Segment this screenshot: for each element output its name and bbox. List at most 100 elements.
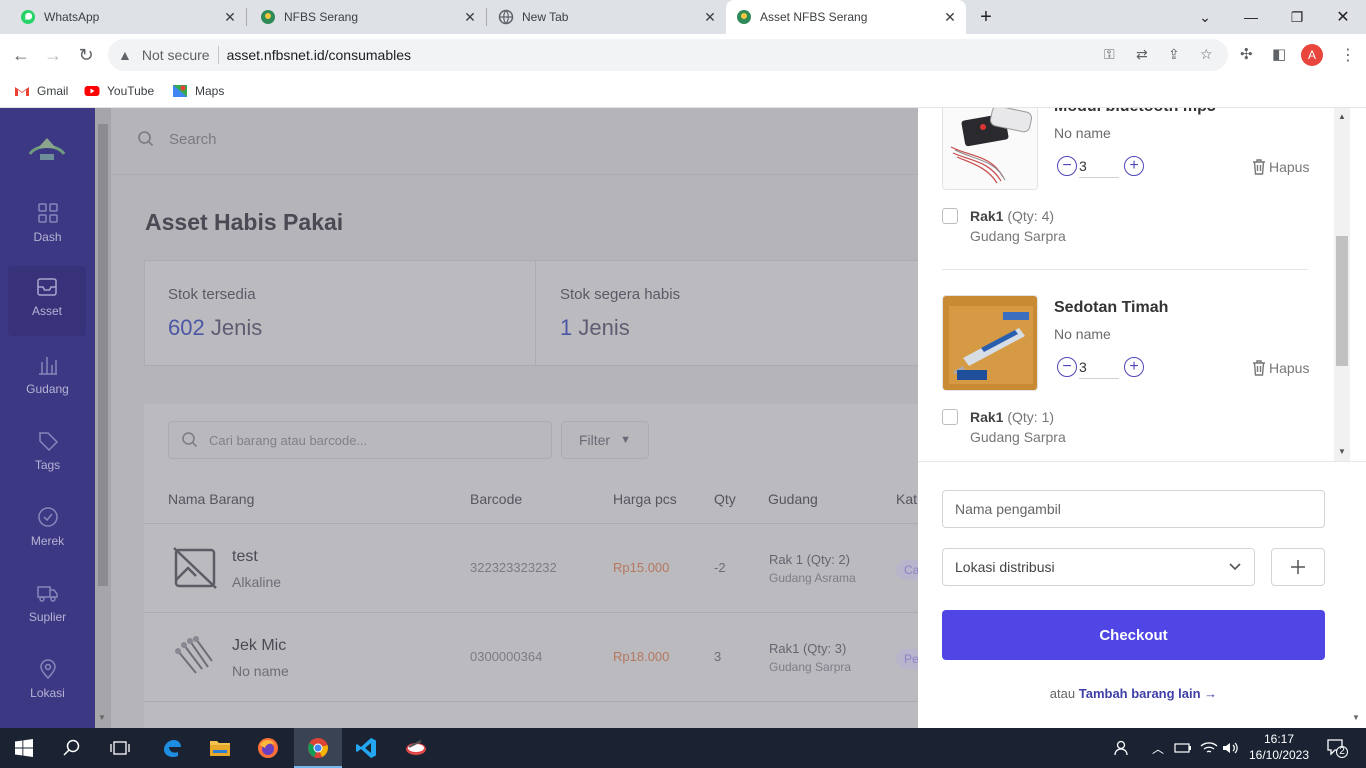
add-more-link[interactable]: Tambah barang lain → xyxy=(1079,686,1217,701)
omnibox[interactable]: ▲ Not secure asset.nfbsnet.id/consumable… xyxy=(108,39,1228,71)
bookmark-maps[interactable]: Maps xyxy=(172,83,224,99)
notification-center-icon[interactable]: 2 xyxy=(1326,738,1348,758)
close-icon[interactable]: ✕ xyxy=(462,9,478,25)
bookmarks-bar: Gmail YouTube Maps xyxy=(0,76,1366,108)
main-scrollbar[interactable] xyxy=(95,108,111,728)
back-arrow-icon[interactable]: ← xyxy=(10,44,32,66)
column-header[interactable]: Nama Barang xyxy=(168,491,254,507)
sidebar-item-suplier[interactable]: Suplier xyxy=(0,572,95,642)
cart-qty-input[interactable]: 3 xyxy=(1079,359,1119,379)
close-icon[interactable]: ✕ xyxy=(702,9,718,25)
volume-icon[interactable] xyxy=(1222,728,1240,768)
rack-checkbox[interactable] xyxy=(942,409,958,425)
global-search[interactable]: Search xyxy=(137,130,217,148)
star-icon[interactable]: ☆ xyxy=(1200,46,1213,63)
reload-icon[interactable]: ↻ xyxy=(75,44,97,66)
remove-item-button[interactable]: Hapus xyxy=(1251,359,1309,376)
checkout-button[interactable]: Checkout xyxy=(942,610,1325,660)
search-icon[interactable] xyxy=(48,728,96,768)
table-row[interactable]: test Alkaline 322323323232 Rp15.000 -2 R… xyxy=(144,524,928,613)
scroll-up-arrow-icon[interactable]: ▲ xyxy=(1338,112,1346,121)
grid-icon xyxy=(37,203,58,223)
window-close-icon[interactable]: ✕ xyxy=(1320,0,1366,34)
cart-qty-input[interactable]: 3 xyxy=(1079,158,1119,178)
table-row[interactable]: Jek Mic No name 0300000364 Rp18.000 3 Ra… xyxy=(144,613,927,702)
people-icon[interactable] xyxy=(1114,728,1132,768)
item-warehouse: Gudang Sarpra xyxy=(769,660,852,674)
scroll-down-arrow-icon[interactable]: ▼ xyxy=(1338,447,1346,456)
translate-icon[interactable]: ⇄ xyxy=(1136,46,1148,63)
maps-icon xyxy=(173,85,187,97)
firefox-icon[interactable] xyxy=(244,728,292,768)
system-clock[interactable]: 16:17 16/10/2023 xyxy=(1246,731,1312,763)
windows-start-icon[interactable] xyxy=(0,728,48,768)
app-icon[interactable] xyxy=(392,728,440,768)
bookmark-gmail[interactable]: Gmail xyxy=(14,83,68,99)
check-circle-icon xyxy=(37,507,58,527)
tab-search-chevron-icon[interactable]: ⌄ xyxy=(1182,0,1228,34)
sidebar-item-merek[interactable]: Merek xyxy=(0,496,95,566)
forward-arrow-icon[interactable]: → xyxy=(42,44,64,66)
scroll-down-arrow-icon[interactable]: ▼ xyxy=(1352,713,1360,722)
trash-icon xyxy=(1253,159,1265,175)
vscode-icon[interactable] xyxy=(342,728,390,768)
sidebar-item-gudang[interactable]: Gudang xyxy=(0,344,95,414)
rack-checkbox[interactable] xyxy=(942,208,958,224)
sidebar-item-lokasi[interactable]: Lokasi xyxy=(0,648,95,718)
column-header[interactable]: Harga pcs xyxy=(613,491,677,507)
no-image-icon xyxy=(173,547,217,589)
column-header[interactable]: Qty xyxy=(714,491,736,507)
decrease-qty-button[interactable]: − xyxy=(1057,156,1077,176)
remove-item-button[interactable]: Hapus xyxy=(1251,158,1309,175)
cart-scrollbar[interactable]: ▲ ▼ xyxy=(1334,108,1350,461)
edge-icon[interactable] xyxy=(148,728,196,768)
column-header[interactable]: Kat xyxy=(896,491,917,507)
minimize-icon[interactable]: — xyxy=(1228,0,1274,34)
file-explorer-icon[interactable] xyxy=(196,728,244,768)
menu-kebab-icon[interactable]: ⋮ xyxy=(1340,45,1356,65)
close-icon[interactable]: ✕ xyxy=(222,9,238,25)
increase-qty-button[interactable]: + xyxy=(1124,156,1144,176)
wifi-icon[interactable] xyxy=(1200,728,1218,768)
filter-button[interactable]: Filter ▼ xyxy=(561,421,649,459)
restore-icon[interactable]: ❐ xyxy=(1274,0,1320,34)
extensions-puzzle-icon[interactable]: ✣ xyxy=(1240,45,1253,63)
close-icon[interactable]: ✕ xyxy=(942,9,958,25)
column-header[interactable]: Gudang xyxy=(768,491,818,507)
url-text[interactable]: asset.nfbsnet.id/consumables xyxy=(227,47,411,63)
table-search-input[interactable]: Cari barang atau barcode... xyxy=(168,421,552,459)
sidebar-item-dash[interactable]: Dash xyxy=(0,192,95,262)
search-icon xyxy=(182,432,198,448)
add-location-button[interactable] xyxy=(1271,548,1325,586)
scrollbar-thumb[interactable] xyxy=(1336,236,1348,366)
sidebar-item-label: Lokasi xyxy=(30,686,65,700)
item-qty: 3 xyxy=(714,649,722,664)
tab-asset-nfbs[interactable]: Asset NFBS Serang ✕ xyxy=(726,0,966,34)
sidebar-item-asset[interactable]: Asset xyxy=(8,266,86,336)
cart-panel: Modul bluetooth mp3 No name − 3 + Hapus … xyxy=(918,108,1366,728)
share-icon[interactable]: ⇪ xyxy=(1168,46,1180,63)
profile-avatar[interactable]: A xyxy=(1301,44,1323,66)
tab-new-tab[interactable]: New Tab ✕ xyxy=(488,0,726,34)
new-tab-plus-icon[interactable]: + xyxy=(966,0,1006,34)
stat-label: Stok tersedia xyxy=(168,286,256,303)
tab-nfbs[interactable]: NFBS Serang ✕ xyxy=(248,0,486,34)
sidebar-item-tags[interactable]: Tags xyxy=(0,420,95,490)
key-icon[interactable]: ⚿ xyxy=(1104,46,1115,63)
increase-qty-button[interactable]: + xyxy=(1124,357,1144,377)
decrease-qty-button[interactable]: − xyxy=(1057,357,1077,377)
tab-whatsapp[interactable]: WhatsApp ✕ xyxy=(0,0,246,34)
item-qty: -2 xyxy=(714,560,726,575)
location-select[interactable]: Lokasi distribusi xyxy=(942,548,1255,586)
side-panel-icon[interactable]: ◧ xyxy=(1272,45,1286,63)
taker-name-input[interactable]: Nama pengambil xyxy=(942,490,1325,528)
column-header[interactable]: Barcode xyxy=(470,491,522,507)
bookmark-youtube[interactable]: YouTube xyxy=(84,83,154,99)
tab-title: Asset NFBS Serang xyxy=(760,10,868,24)
chrome-icon[interactable] xyxy=(294,728,342,768)
scroll-down-arrow-icon[interactable]: ▼ xyxy=(98,713,106,722)
show-hidden-chevron-icon[interactable]: ︿ xyxy=(1152,728,1164,768)
scrollbar-thumb[interactable] xyxy=(98,124,108,586)
battery-icon[interactable] xyxy=(1174,728,1192,768)
task-view-icon[interactable] xyxy=(96,728,144,768)
